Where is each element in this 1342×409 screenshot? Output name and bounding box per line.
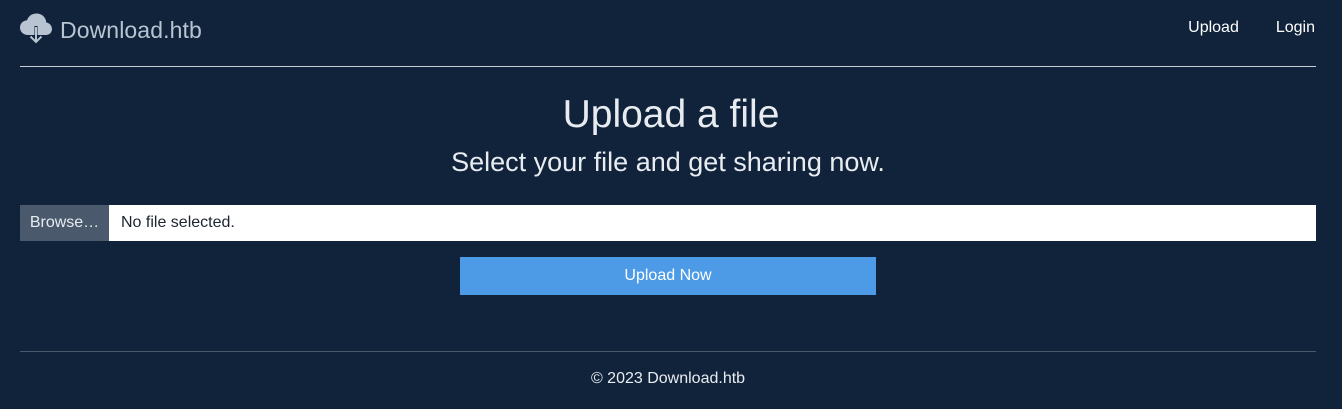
nav-upload-link[interactable]: Upload (1188, 19, 1239, 37)
browse-button[interactable]: Browse… (20, 205, 109, 241)
page-title: Upload a file (562, 93, 780, 136)
file-status-text: No file selected. (121, 214, 235, 231)
nav-login-link[interactable]: Login (1276, 19, 1315, 37)
page-subtitle: Select your file and get sharing now. (451, 147, 885, 177)
footer-copyright: © 2023 Download.htb (590, 370, 746, 387)
upload-now-button[interactable]: Upload Now (460, 257, 876, 295)
header: Download.htb Upload Login (20, 0, 1316, 67)
page: Download.htb Upload Login Upload a file … (0, 0, 1342, 409)
file-input[interactable]: Browse… No file selected. (20, 205, 1316, 241)
brand-link[interactable]: Download.htb (20, 12, 202, 48)
brand-name: Download.htb (60, 16, 202, 43)
top-nav: Upload Login (1152, 19, 1316, 37)
footer-divider (20, 351, 1316, 352)
cloud-download-icon (20, 13, 52, 47)
